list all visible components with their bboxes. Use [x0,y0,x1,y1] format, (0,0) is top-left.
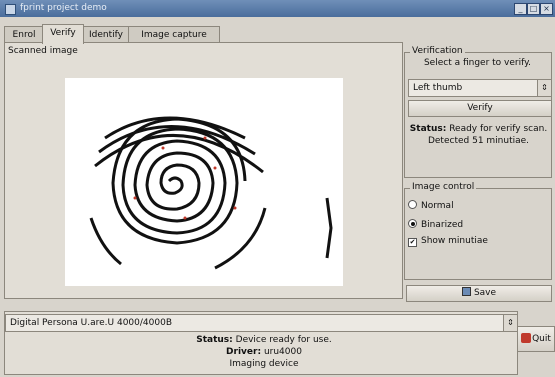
tab-image-capture[interactable]: Image capture [128,26,220,43]
tab-verify[interactable]: Verify [42,24,84,44]
minutiae-text: Detected 51 minutiae. [427,136,530,146]
tab-identify[interactable]: Identify [82,26,130,43]
driver-label: Driver: [226,347,262,357]
close-icon[interactable]: × [540,3,553,15]
device-select[interactable]: Digital Persona U.are.U 4000/4000B ⇕ [5,314,518,332]
normal-radio[interactable]: Normal [408,200,454,211]
quit-label: Quit [532,334,551,344]
device-select-value: Digital Persona U.are.U 4000/4000B [10,318,172,328]
verification-title: Verification [410,46,465,56]
binarized-label: Binarized [421,220,464,230]
normal-label: Normal [421,201,454,211]
quit-icon [521,333,532,343]
radio-icon [408,200,417,209]
tab-enrol[interactable]: Enrol [4,26,44,43]
scanned-image-label: Scanned image [8,46,78,56]
minimize-icon[interactable]: _ [514,3,527,15]
show-minutiae-checkbox[interactable]: Show minutiae [408,236,488,247]
title-bar: fprint project demo _ □ × [0,0,555,17]
verification-status: Status: Ready for verify scan. Detected … [405,123,552,147]
status-label: Status: [409,124,447,134]
verification-prompt: Select a finger to verify. [423,58,532,68]
fingerprint-image [65,78,343,286]
device-status-text: Device ready for use. [235,335,332,345]
finger-select-value: Left thumb [413,83,463,93]
verify-button[interactable]: Verify [408,100,552,117]
dropdown-arrow-icon: ⇕ [503,315,517,331]
device-type-text: Imaging device [229,359,299,369]
device-status-label: Status: [196,335,233,345]
maximize-icon[interactable]: □ [527,3,540,15]
window-title: fprint project demo [20,3,107,13]
status-text: Ready for verify scan. [449,124,548,134]
save-icon [461,287,471,296]
binarized-radio[interactable]: Binarized [408,219,463,230]
save-button[interactable]: Save [406,285,552,302]
device-info: Status: Device ready for use. Driver: ur… [4,334,524,370]
driver-text: uru4000 [263,347,302,357]
checkbox-checked-icon [408,238,417,247]
show-minutiae-label: Show minutiae [421,236,488,246]
finger-select[interactable]: Left thumb ⇕ [408,79,552,97]
quit-button[interactable]: Quit [517,326,555,352]
app-icon [5,4,16,15]
image-control-title: Image control [410,182,477,192]
radio-selected-icon [408,219,417,228]
save-label: Save [473,288,497,298]
dropdown-arrow-icon: ⇕ [537,80,551,96]
